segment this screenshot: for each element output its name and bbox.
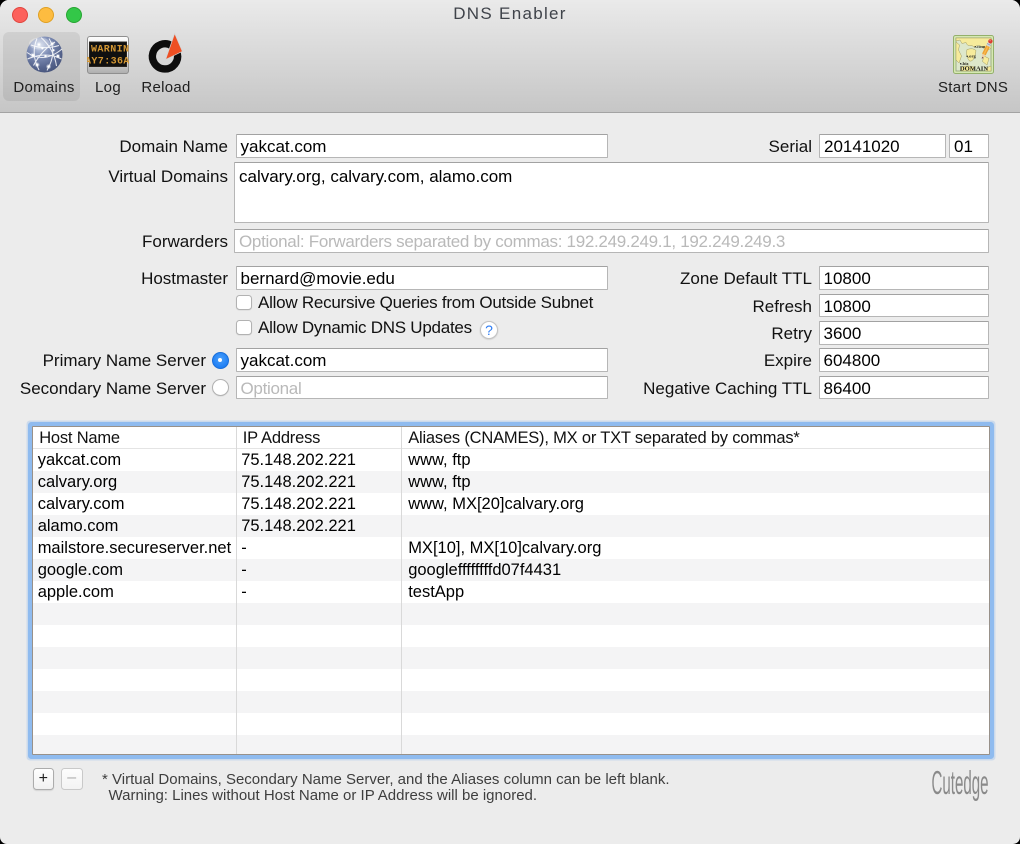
svg-text:WARNIN: WARNIN xyxy=(91,44,129,55)
svg-text:.com: .com xyxy=(976,43,985,48)
svg-text:DOMAIN: DOMAIN xyxy=(959,65,987,72)
svg-text:AY7:36A: AY7:36A xyxy=(87,56,129,67)
svg-text:.org: .org xyxy=(968,53,976,58)
